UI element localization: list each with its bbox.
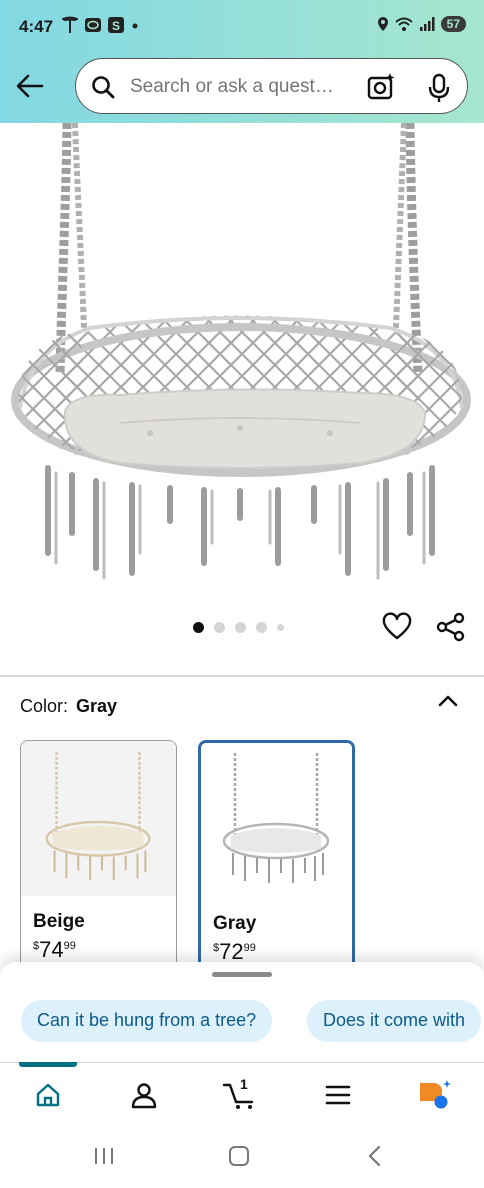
recents-icon[interactable] [93, 1146, 115, 1166]
back-button-icon[interactable] [365, 1144, 385, 1168]
swatch-image-gray [201, 743, 352, 898]
price-whole: 72 [219, 939, 244, 964]
svg-text:S: S [112, 19, 120, 33]
search-icon [92, 76, 115, 99]
sheet-drag-handle[interactable] [212, 972, 272, 977]
carousel-dot [214, 622, 225, 633]
signal-icon [419, 17, 435, 31]
color-label-text: Color: [20, 696, 69, 716]
status-left-icons: S [62, 16, 140, 34]
color-option-gray[interactable]: Gray $7299 [198, 740, 355, 980]
price-fraction: 99 [243, 942, 256, 954]
price-currency: $ [213, 942, 220, 954]
carousel-indicator [193, 622, 284, 633]
menu-icon [325, 1085, 351, 1105]
price-fraction: 99 [63, 940, 76, 952]
swatch-price: $7499 [33, 937, 76, 963]
section-divider [0, 675, 484, 677]
nav-home[interactable] [28, 1077, 68, 1113]
swatch-name: Beige [33, 911, 85, 932]
suggestion-sheet: Can it be hung from a tree? Does it come… [0, 962, 484, 1062]
color-selector-label: Color: Gray [20, 696, 117, 717]
wifi-icon [394, 17, 413, 31]
back-arrow-icon[interactable] [14, 70, 46, 102]
home-button-icon[interactable] [227, 1144, 251, 1168]
search-input[interactable] [130, 76, 360, 98]
color-option-beige[interactable]: Beige $7499 [20, 740, 177, 980]
carousel-dot [256, 622, 267, 633]
nav-menu[interactable] [318, 1077, 358, 1113]
camera-search-icon[interactable] [366, 72, 396, 102]
carousel-dot [277, 624, 284, 631]
selected-color: Gray [76, 696, 118, 716]
battery-indicator: 57 [440, 16, 466, 32]
suggestion-chip[interactable]: Does it come with [307, 1000, 482, 1042]
share-icon[interactable] [436, 612, 466, 642]
status-time: 4:47 [19, 17, 54, 36]
dot-icon [132, 23, 138, 29]
account-icon [131, 1083, 157, 1109]
system-nav-bar [0, 1126, 484, 1188]
top-header: 4:47 S 57 [0, 0, 484, 123]
swatch-name: Gray [213, 913, 257, 934]
nav-active-indicator [19, 1062, 77, 1067]
s-app-icon: S [108, 17, 124, 33]
swatch-image-beige [21, 741, 176, 896]
status-bar: 4:47 S 57 [0, 0, 484, 56]
microphone-icon[interactable] [426, 73, 452, 103]
rufus-assistant-icon [420, 1080, 451, 1109]
tesla-icon [62, 16, 78, 33]
status-right-icons: 57 [377, 16, 466, 32]
cart-count-badge: 1 [240, 1076, 248, 1092]
price-currency: $ [33, 940, 40, 952]
chevron-up-icon[interactable] [436, 689, 460, 713]
nav-rufus[interactable] [414, 1077, 454, 1113]
price-whole: 74 [39, 937, 64, 962]
product-image[interactable] [0, 123, 484, 593]
toyota-icon [85, 18, 101, 32]
search-bar[interactable] [75, 58, 468, 114]
location-icon [377, 17, 388, 31]
home-icon [36, 1083, 60, 1107]
heart-icon[interactable] [382, 612, 412, 642]
carousel-dot [193, 622, 204, 633]
suggestion-chip[interactable]: Can it be hung from a tree? [21, 1000, 273, 1042]
nav-account[interactable] [124, 1077, 164, 1113]
carousel-dot [235, 622, 246, 633]
bottom-nav: 1 [0, 1062, 484, 1126]
